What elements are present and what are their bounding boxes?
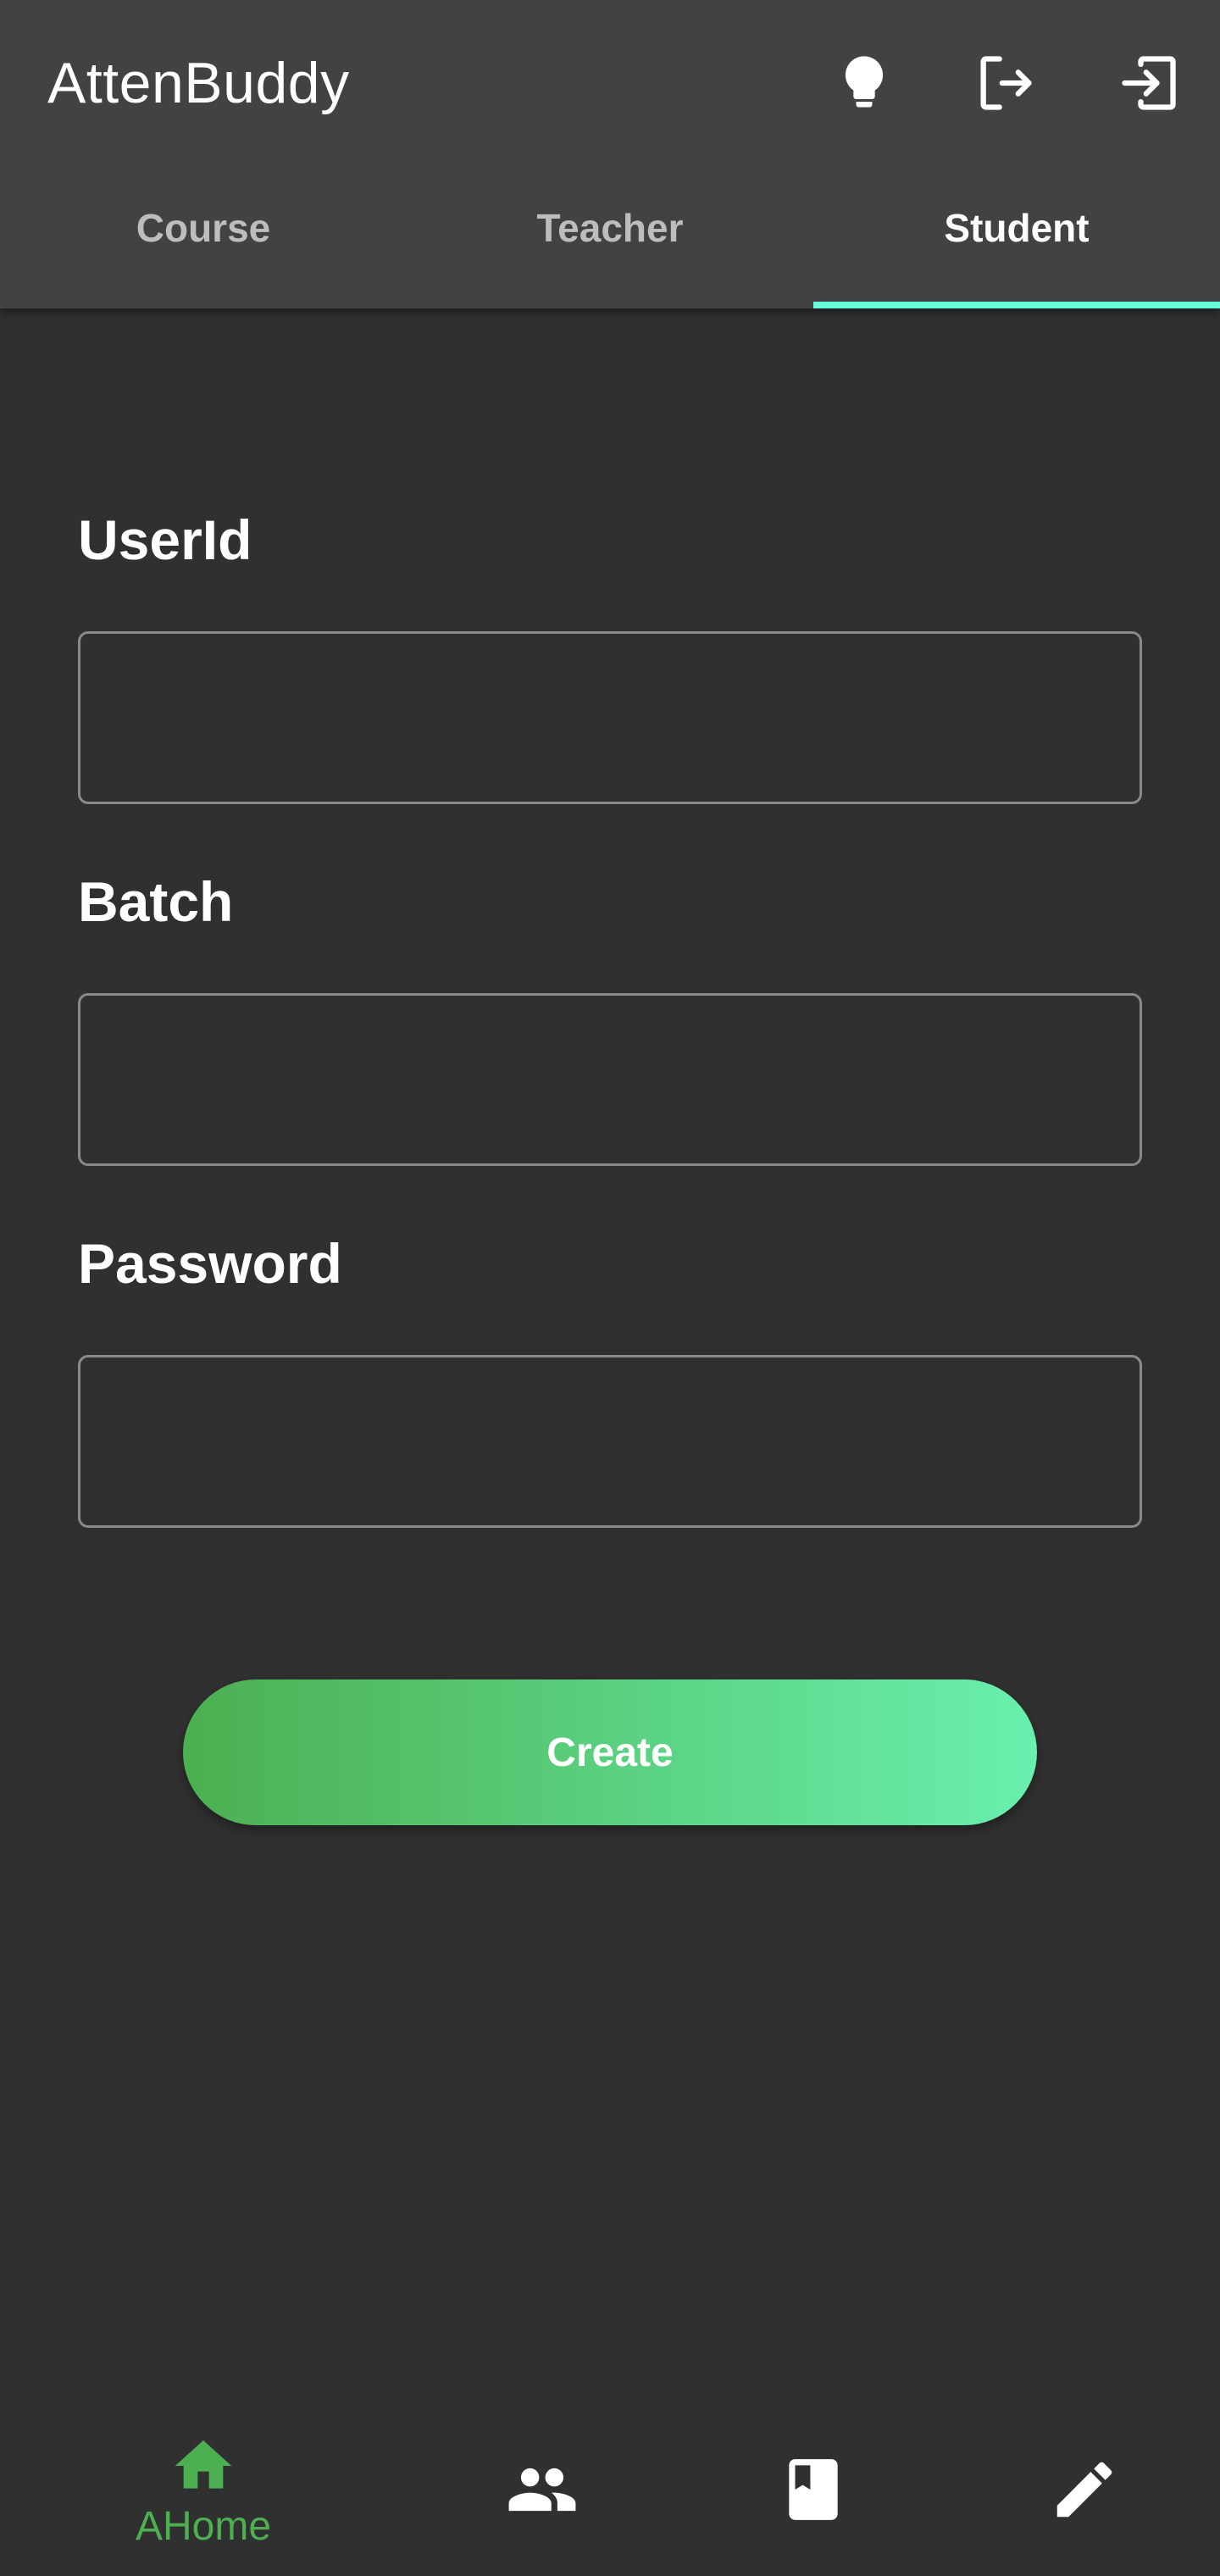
pencil-icon (1048, 2453, 1121, 2530)
userid-input[interactable] (78, 631, 1142, 804)
tab-bar: Course Teacher Student (0, 164, 1220, 308)
bottom-navigation: AHome (0, 2407, 1220, 2576)
tab-teacher[interactable]: Teacher (407, 164, 813, 308)
logout-icon[interactable] (966, 44, 1044, 122)
nav-item-edit[interactable] (983, 2407, 1186, 2576)
tab-student-label: Student (944, 206, 1090, 250)
book-icon (777, 2453, 850, 2530)
batch-label: Batch (78, 870, 234, 933)
app-title: AttenBuddy (47, 51, 350, 115)
tab-student[interactable]: Student (813, 164, 1220, 308)
home-icon (169, 2432, 237, 2500)
tab-course-label: Course (136, 206, 271, 250)
app-bar: AttenBuddy Course Teacher Student (0, 0, 1220, 308)
people-icon (506, 2453, 579, 2530)
lightbulb-icon[interactable] (825, 44, 903, 122)
tab-indicator (813, 302, 1220, 308)
create-button-label: Create (546, 1729, 674, 1775)
userid-label: UserId (78, 508, 252, 571)
password-input[interactable] (78, 1355, 1142, 1528)
tab-course[interactable]: Course (0, 164, 407, 308)
tab-teacher-label: Teacher (536, 206, 684, 250)
nav-item-ahome-label: AHome (135, 2504, 272, 2549)
password-label: Password (78, 1232, 342, 1295)
nav-item-people[interactable] (441, 2407, 644, 2576)
nav-item-book[interactable] (712, 2407, 915, 2576)
nav-item-ahome[interactable]: AHome (102, 2407, 305, 2576)
login-icon[interactable] (1110, 44, 1188, 122)
batch-input[interactable] (78, 993, 1142, 1166)
create-button[interactable]: Create (183, 1679, 1037, 1825)
